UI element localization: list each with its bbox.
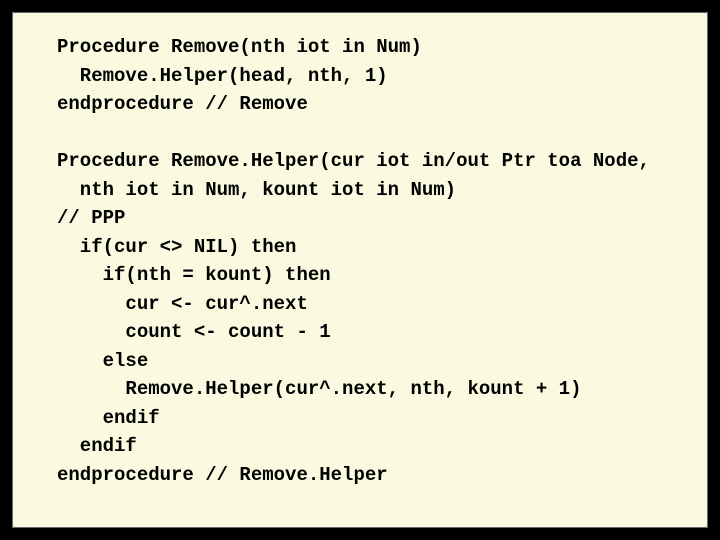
code-line: Procedure Remove.Helper(cur iot in/out P…	[57, 150, 650, 172]
code-line: endif	[57, 435, 137, 457]
code-line: endprocedure // Remove	[57, 93, 308, 115]
code-line: Remove.Helper(head, nth, 1)	[57, 65, 388, 87]
code-line: Remove.Helper(cur^.next, nth, kount + 1)	[57, 378, 582, 400]
code-line: endprocedure // Remove.Helper	[57, 464, 388, 486]
code-line: else	[57, 350, 148, 372]
code-line: if(nth = kount) then	[57, 264, 331, 286]
code-line: count <- count - 1	[57, 321, 331, 343]
code-block: Procedure Remove(nth iot in Num) Remove.…	[57, 33, 699, 489]
code-panel: Procedure Remove(nth iot in Num) Remove.…	[12, 12, 708, 528]
code-line: Procedure Remove(nth iot in Num)	[57, 36, 422, 58]
code-line: endif	[57, 407, 160, 429]
outer-frame: Procedure Remove(nth iot in Num) Remove.…	[0, 0, 720, 540]
code-line: if(cur <> NIL) then	[57, 236, 296, 258]
code-line: cur <- cur^.next	[57, 293, 308, 315]
code-line: // PPP	[57, 207, 125, 229]
code-line: nth iot in Num, kount iot in Num)	[57, 179, 456, 201]
